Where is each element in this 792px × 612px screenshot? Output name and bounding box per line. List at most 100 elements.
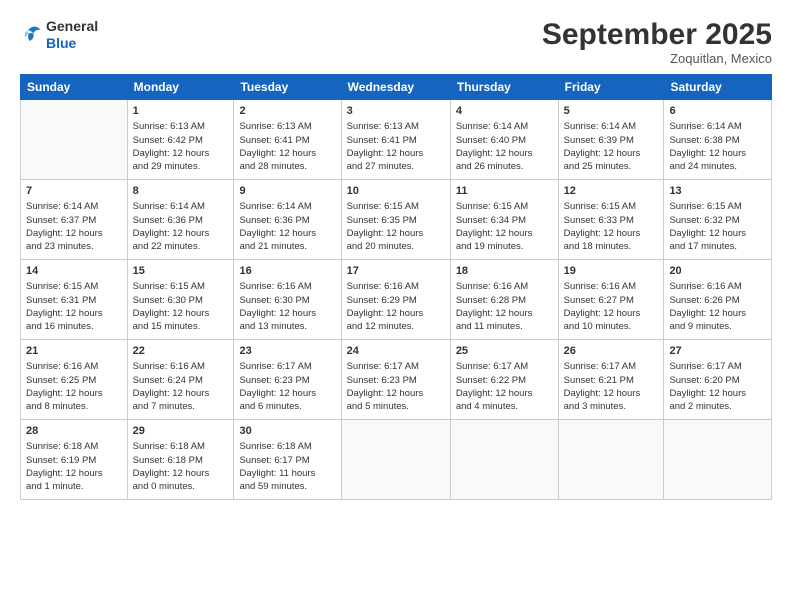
calendar-week-3: 14Sunrise: 6:15 AMSunset: 6:31 PMDayligh… (21, 260, 772, 340)
calendar-cell: 9Sunrise: 6:14 AMSunset: 6:36 PMDaylight… (234, 180, 341, 260)
day-info: Sunrise: 6:15 AM (456, 200, 553, 213)
calendar-header-tuesday: Tuesday (234, 75, 341, 100)
day-info: Sunset: 6:23 PM (239, 374, 335, 387)
day-info: and 17 minutes. (669, 240, 766, 253)
calendar-header-friday: Friday (558, 75, 664, 100)
day-info: Sunset: 6:38 PM (669, 134, 766, 147)
day-info: Sunrise: 6:16 AM (669, 280, 766, 293)
calendar-cell: 2Sunrise: 6:13 AMSunset: 6:41 PMDaylight… (234, 100, 341, 180)
day-info: Daylight: 12 hours (669, 147, 766, 160)
day-info: Sunrise: 6:17 AM (347, 360, 445, 373)
day-info: and 9 minutes. (669, 320, 766, 333)
day-number: 27 (669, 344, 766, 359)
day-info: Sunrise: 6:16 AM (239, 280, 335, 293)
day-info: and 25 minutes. (564, 160, 659, 173)
calendar-cell: 16Sunrise: 6:16 AMSunset: 6:30 PMDayligh… (234, 260, 341, 340)
day-number: 10 (347, 184, 445, 199)
day-info: and 26 minutes. (456, 160, 553, 173)
day-info: Sunrise: 6:16 AM (564, 280, 659, 293)
day-info: and 2 minutes. (669, 400, 766, 413)
calendar-header-saturday: Saturday (664, 75, 772, 100)
day-info: and 28 minutes. (239, 160, 335, 173)
day-info: and 0 minutes. (133, 480, 229, 493)
day-info: Sunset: 6:35 PM (347, 214, 445, 227)
calendar-cell: 13Sunrise: 6:15 AMSunset: 6:32 PMDayligh… (664, 180, 772, 260)
day-info: Sunset: 6:36 PM (133, 214, 229, 227)
day-info: Sunset: 6:17 PM (239, 454, 335, 467)
day-info: Daylight: 12 hours (347, 147, 445, 160)
day-info: and 19 minutes. (456, 240, 553, 253)
calendar-header-sunday: Sunday (21, 75, 128, 100)
day-info: Sunrise: 6:17 AM (669, 360, 766, 373)
calendar-cell: 23Sunrise: 6:17 AMSunset: 6:23 PMDayligh… (234, 340, 341, 420)
day-info: Daylight: 12 hours (239, 147, 335, 160)
day-info: Sunset: 6:25 PM (26, 374, 122, 387)
day-info: Sunrise: 6:15 AM (669, 200, 766, 213)
day-info: Sunset: 6:40 PM (456, 134, 553, 147)
day-info: and 59 minutes. (239, 480, 335, 493)
month-title: September 2025 (542, 18, 772, 51)
day-info: and 27 minutes. (347, 160, 445, 173)
day-info: Daylight: 11 hours (239, 467, 335, 480)
day-info: Sunset: 6:36 PM (239, 214, 335, 227)
calendar-cell (664, 420, 772, 500)
day-info: Daylight: 12 hours (347, 227, 445, 240)
day-info: Daylight: 12 hours (133, 387, 229, 400)
day-info: Daylight: 12 hours (347, 307, 445, 320)
day-info: Daylight: 12 hours (456, 147, 553, 160)
day-number: 18 (456, 264, 553, 279)
day-info: and 8 minutes. (26, 400, 122, 413)
day-info: Daylight: 12 hours (133, 307, 229, 320)
day-info: and 21 minutes. (239, 240, 335, 253)
day-info: Daylight: 12 hours (347, 387, 445, 400)
day-info: Sunset: 6:20 PM (669, 374, 766, 387)
day-info: and 20 minutes. (347, 240, 445, 253)
day-info: and 4 minutes. (456, 400, 553, 413)
calendar-cell: 5Sunrise: 6:14 AMSunset: 6:39 PMDaylight… (558, 100, 664, 180)
day-info: Sunset: 6:26 PM (669, 294, 766, 307)
day-number: 16 (239, 264, 335, 279)
calendar-cell: 25Sunrise: 6:17 AMSunset: 6:22 PMDayligh… (450, 340, 558, 420)
day-info: Sunrise: 6:14 AM (564, 120, 659, 133)
day-info: Sunrise: 6:18 AM (133, 440, 229, 453)
calendar-cell: 30Sunrise: 6:18 AMSunset: 6:17 PMDayligh… (234, 420, 341, 500)
calendar-cell: 3Sunrise: 6:13 AMSunset: 6:41 PMDaylight… (341, 100, 450, 180)
day-info: Sunrise: 6:13 AM (133, 120, 229, 133)
day-info: and 18 minutes. (564, 240, 659, 253)
day-number: 1 (133, 104, 229, 119)
day-info: Sunrise: 6:13 AM (347, 120, 445, 133)
day-info: Daylight: 12 hours (26, 307, 122, 320)
day-info: Sunset: 6:33 PM (564, 214, 659, 227)
logo: General Blue (20, 18, 98, 52)
day-info: Daylight: 12 hours (456, 387, 553, 400)
day-number: 9 (239, 184, 335, 199)
day-info: Daylight: 12 hours (564, 227, 659, 240)
day-info: Sunrise: 6:14 AM (26, 200, 122, 213)
day-info: Daylight: 12 hours (669, 227, 766, 240)
day-info: and 12 minutes. (347, 320, 445, 333)
calendar-header-row: SundayMondayTuesdayWednesdayThursdayFrid… (21, 75, 772, 100)
calendar-cell: 12Sunrise: 6:15 AMSunset: 6:33 PMDayligh… (558, 180, 664, 260)
day-info: Sunrise: 6:16 AM (456, 280, 553, 293)
day-info: Sunrise: 6:15 AM (564, 200, 659, 213)
logo-text: General Blue (46, 18, 98, 52)
day-info: Sunrise: 6:16 AM (133, 360, 229, 373)
day-info: Sunrise: 6:16 AM (26, 360, 122, 373)
calendar-cell: 24Sunrise: 6:17 AMSunset: 6:23 PMDayligh… (341, 340, 450, 420)
calendar-week-4: 21Sunrise: 6:16 AMSunset: 6:25 PMDayligh… (21, 340, 772, 420)
day-info: Sunset: 6:23 PM (347, 374, 445, 387)
day-info: Sunset: 6:27 PM (564, 294, 659, 307)
calendar-cell: 6Sunrise: 6:14 AMSunset: 6:38 PMDaylight… (664, 100, 772, 180)
day-info: Daylight: 12 hours (564, 387, 659, 400)
calendar-cell: 8Sunrise: 6:14 AMSunset: 6:36 PMDaylight… (127, 180, 234, 260)
day-info: Sunset: 6:24 PM (133, 374, 229, 387)
day-number: 25 (456, 344, 553, 359)
day-info: Daylight: 12 hours (26, 227, 122, 240)
day-number: 5 (564, 104, 659, 119)
day-info: Sunset: 6:32 PM (669, 214, 766, 227)
day-info: Daylight: 12 hours (564, 307, 659, 320)
day-number: 30 (239, 424, 335, 439)
day-number: 6 (669, 104, 766, 119)
day-info: and 1 minute. (26, 480, 122, 493)
calendar-cell: 29Sunrise: 6:18 AMSunset: 6:18 PMDayligh… (127, 420, 234, 500)
